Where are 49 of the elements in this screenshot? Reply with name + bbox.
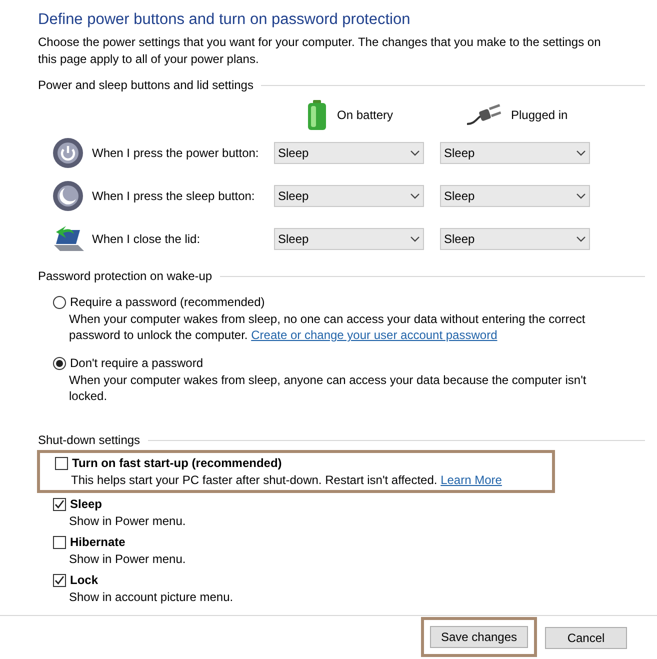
dropdown[interactable]: Sleep (440, 184, 590, 206)
option-description: Show in Power menu. (69, 551, 187, 567)
moon-icon (52, 180, 84, 212)
checkbox[interactable] (53, 536, 66, 548)
setting-label: When I press the power button: (92, 144, 260, 162)
action-button[interactable]: Save changes (430, 626, 528, 648)
section-heading: Shut-down settings (38, 432, 140, 448)
chevron-down-icon (576, 236, 586, 242)
page-title: Define power buttons and turn on password protection (38, 10, 412, 30)
chevron-down-icon (410, 192, 420, 198)
chevron-down-icon (576, 150, 586, 156)
account-password-link[interactable]: Create or change your user account password (251, 328, 498, 342)
option-label: Hibernate (70, 534, 126, 550)
radio-button[interactable] (53, 296, 66, 308)
dropdown[interactable]: Sleep (274, 228, 424, 250)
dropdown[interactable]: Sleep (274, 184, 424, 206)
checkbox[interactable] (53, 498, 66, 510)
learn-more-link[interactable]: Learn More (440, 473, 502, 487)
option-label: Turn on fast start-up (recommended) (72, 455, 282, 471)
option-description: Show in account picture menu. (69, 589, 234, 605)
option-description: When your computer wakes from sleep, anyone can access your data because the computer isn't locked. (69, 372, 588, 404)
setting-label: When I press the sleep button: (92, 188, 256, 204)
section-heading: Password protection on wake-up (38, 268, 212, 284)
option-label: Sleep (70, 496, 102, 512)
chevron-down-icon (410, 150, 420, 156)
battery-icon (307, 100, 327, 130)
option-label: Require a password (recommended) (70, 294, 265, 310)
section-heading: Power and sleep buttons and lid settings (38, 77, 254, 93)
setting-label: When I close the lid: (92, 230, 202, 248)
chevron-down-icon (410, 236, 420, 242)
action-button[interactable]: Cancel (545, 626, 627, 648)
dropdown[interactable]: Sleep (274, 142, 424, 164)
laptop-icon (52, 224, 86, 254)
option-description: When your computer wakes from sleep, no one can access your data without entering the correct password to unlock the computer. Create or change your user account password (69, 311, 586, 343)
description-text: Choose the power settings that you want for your computer. The changes that you make to the settings on this page apply to all of your power plans. (38, 34, 602, 68)
checkbox[interactable] (53, 574, 66, 586)
option-label: Lock (70, 572, 98, 588)
plug-icon (467, 104, 502, 126)
column-header: On battery (337, 107, 394, 124)
radio-button[interactable] (53, 356, 66, 370)
option-description: This helps start your PC faster after shut-down. Restart isn't affected. Learn More (71, 472, 503, 488)
dropdown[interactable]: Sleep (440, 142, 590, 164)
checkbox[interactable] (55, 456, 68, 470)
option-description: Show in Power menu. (69, 513, 187, 529)
dropdown[interactable]: Sleep (440, 228, 590, 250)
power-icon (52, 136, 84, 168)
chevron-down-icon (576, 192, 586, 198)
column-header: Plugged in (511, 107, 568, 124)
option-label: Don't require a password (70, 355, 204, 371)
